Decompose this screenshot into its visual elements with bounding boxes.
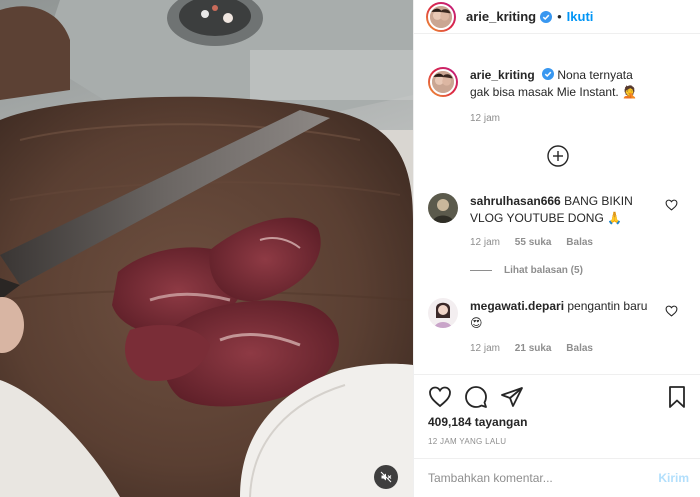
replies-divider — [470, 270, 492, 271]
comment-username[interactable]: sahrulhasan666 — [470, 194, 561, 208]
view-replies-label: Lihat balasan (5) — [504, 265, 583, 276]
action-icons-group — [428, 385, 536, 409]
mute-toggle-button[interactable] — [374, 465, 398, 489]
comment-meta: 12 jam 21 suka Balas — [470, 343, 605, 354]
post-comment-button[interactable]: Kirim — [658, 471, 689, 485]
comment-text-block: megawati.depari pengantin baru 😍 — [470, 298, 654, 332]
caption-username[interactable]: arie_kriting — [470, 68, 535, 82]
header-separator: • — [557, 9, 562, 24]
comment-likes[interactable]: 21 suka — [515, 343, 552, 354]
load-more-plus-icon[interactable] — [545, 143, 571, 169]
comment-icon[interactable] — [464, 385, 488, 409]
comment-item: megawati.depari pengantin baru 😍 — [428, 298, 654, 332]
post-actions: 409,184 tayangan 12 JAM YANG LALU — [414, 374, 700, 446]
comment-likes[interactable]: 55 suka — [515, 237, 552, 248]
view-count[interactable]: 409,184 tayangan — [428, 415, 527, 429]
comment-username[interactable]: megawati.depari — [470, 299, 564, 313]
caption-text-block: arie_kriting Nona ternyata gak bisa masa… — [470, 67, 654, 101]
follow-button[interactable]: Ikuti — [567, 9, 594, 24]
comment-avatar[interactable] — [428, 298, 458, 328]
comment-time[interactable]: 12 jam — [470, 237, 500, 248]
heart-icon[interactable] — [428, 385, 452, 409]
post-side-panel: arie_kriting • Ikuti arie_kriting Nona t… — [413, 0, 700, 497]
comment-text-block: sahrulhasan666 BANG BIKIN VLOG YOUTUBE D… — [470, 193, 654, 227]
author-avatar[interactable] — [426, 1, 456, 32]
caption-avatar[interactable] — [428, 67, 458, 97]
post-video[interactable] — [0, 0, 413, 497]
comment-time[interactable]: 12 jam — [470, 343, 500, 354]
comment-meta: 12 jam 55 suka Balas — [470, 237, 605, 248]
verified-badge-icon — [540, 10, 553, 23]
reply-button[interactable]: Balas — [566, 343, 593, 354]
caption-meta: 12 jam — [470, 113, 512, 124]
comment-avatar[interactable] — [428, 193, 458, 223]
add-comment-bar: Kirim — [414, 458, 700, 497]
comment-input[interactable] — [428, 471, 648, 485]
caption-time[interactable]: 12 jam — [470, 113, 500, 124]
bookmark-icon[interactable] — [665, 385, 689, 409]
post-header: arie_kriting • Ikuti — [414, 0, 700, 34]
video-frame-image — [0, 0, 413, 497]
view-replies-button[interactable]: Lihat balasan (5) — [470, 265, 583, 276]
comment-item: sahrulhasan666 BANG BIKIN VLOG YOUTUBE D… — [428, 193, 654, 227]
reply-button[interactable]: Balas — [566, 237, 593, 248]
author-username[interactable]: arie_kriting — [466, 9, 536, 24]
share-icon[interactable] — [500, 385, 524, 409]
post-timestamp[interactable]: 12 JAM YANG LALU — [428, 437, 506, 446]
verified-badge-icon — [542, 68, 555, 80]
heart-icon[interactable] — [665, 199, 678, 211]
heart-icon[interactable] — [665, 305, 678, 317]
caption: arie_kriting Nona ternyata gak bisa masa… — [428, 67, 654, 101]
instagram-post: arie_kriting • Ikuti arie_kriting Nona t… — [0, 0, 700, 497]
mute-icon — [380, 471, 392, 483]
